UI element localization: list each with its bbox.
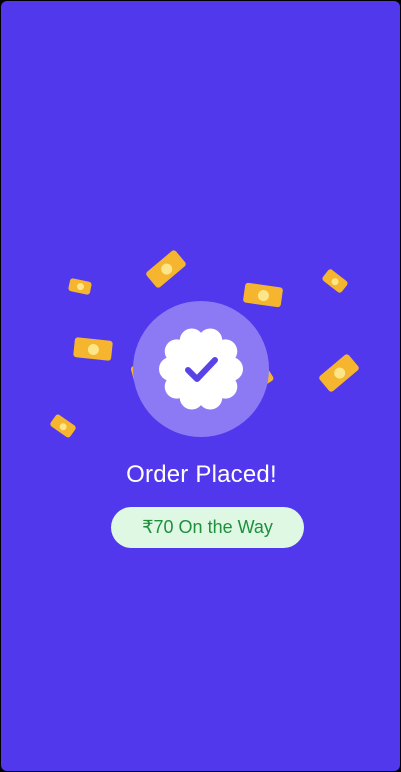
money-note-icon bbox=[73, 337, 113, 361]
money-note-icon bbox=[145, 249, 187, 289]
money-note-icon bbox=[67, 277, 93, 296]
check-badge-icon bbox=[157, 325, 245, 413]
money-note-icon bbox=[49, 413, 77, 439]
money-note-icon bbox=[321, 268, 349, 294]
order-placed-title: Order Placed! bbox=[126, 461, 277, 488]
amount-status-pill: ₹70 On the Way bbox=[111, 507, 304, 548]
order-success-screen: Order Placed! ₹70 On the Way bbox=[1, 1, 400, 771]
money-note-icon bbox=[318, 353, 360, 393]
amount-status-text: ₹70 On the Way bbox=[142, 517, 273, 537]
money-note-icon bbox=[242, 282, 284, 308]
